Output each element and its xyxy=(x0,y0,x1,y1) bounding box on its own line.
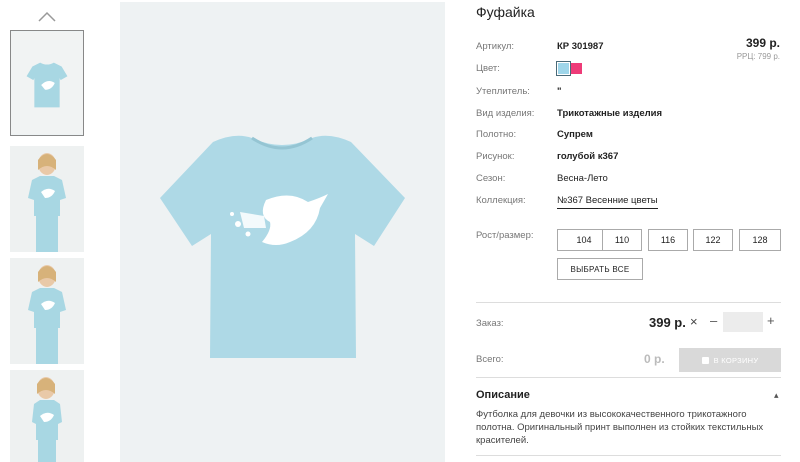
select-all-button[interactable]: ВЫБРАТЬ ВСЕ xyxy=(557,258,643,280)
article-value: КР 301987 xyxy=(557,41,604,52)
description-text: Футболка для девочки из высококачественн… xyxy=(476,409,764,446)
thumbnail-shirt[interactable] xyxy=(10,30,84,136)
collection-link[interactable]: №367 Весенние цветы xyxy=(557,195,658,209)
chevron-up-icon[interactable] xyxy=(36,8,58,24)
product-price: 399 р. xyxy=(745,36,780,50)
total-label: Всего: xyxy=(476,354,504,365)
thumbnail-model-side[interactable] xyxy=(10,370,84,462)
remove-order-button[interactable]: × xyxy=(690,314,698,329)
divider xyxy=(476,302,781,303)
type-value: Трикотажные изделия xyxy=(557,108,663,119)
thumbnail-model-front[interactable] xyxy=(10,146,84,252)
order-label: Заказ: xyxy=(476,318,504,329)
season-label: Сезон: xyxy=(476,173,506,184)
cart-icon xyxy=(701,356,709,364)
fabric-label: Полотно: xyxy=(476,129,517,140)
size-label: Рост/размер: xyxy=(476,230,534,241)
add-to-cart-label: В КОРЗИНУ xyxy=(713,355,759,365)
size-button-116[interactable]: 116 xyxy=(648,229,688,251)
total-value: 0 р. xyxy=(644,352,665,366)
size-button-122[interactable]: 122 xyxy=(693,229,733,251)
thumbnail-model-front-2[interactable] xyxy=(10,258,84,364)
quantity-plus-button[interactable]: + xyxy=(767,313,775,328)
insulation-value: " xyxy=(557,86,562,97)
season-value: Весна-Лето xyxy=(557,173,608,184)
print-value: голубой к367 xyxy=(557,151,619,162)
divider xyxy=(476,455,781,456)
quantity-input[interactable] xyxy=(723,312,763,332)
insulation-label: Утеплитель: xyxy=(476,86,530,97)
type-label: Вид изделия: xyxy=(476,108,535,119)
description-toggle[interactable]: ▴ xyxy=(774,390,779,401)
color-swatch-blue[interactable] xyxy=(556,61,571,76)
article-label: Артикул: xyxy=(476,41,515,52)
fabric-value: Супрем xyxy=(557,129,593,140)
size-button-128[interactable]: 128 xyxy=(739,229,781,251)
tshirt-image xyxy=(160,135,405,358)
add-to-cart-button[interactable]: В КОРЗИНУ xyxy=(679,348,781,372)
collection-value: №367 Весенние цветы xyxy=(557,195,658,209)
description-heading: Описание xyxy=(476,389,530,401)
quantity-minus-button[interactable]: – xyxy=(710,313,717,328)
recommended-price: РРЦ: 799 р. xyxy=(736,52,780,61)
print-label: Рисунок: xyxy=(476,151,515,162)
product-main-image[interactable]: crockid xyxy=(120,2,445,462)
size-button-110[interactable]: 110 xyxy=(602,229,642,251)
divider xyxy=(476,377,781,378)
collection-label: Коллекция: xyxy=(476,195,526,206)
color-label: Цвет: xyxy=(476,63,500,74)
order-price: 399 р. xyxy=(649,315,686,330)
product-title: Фуфайка xyxy=(476,4,535,20)
color-swatch-pink[interactable] xyxy=(571,63,582,74)
